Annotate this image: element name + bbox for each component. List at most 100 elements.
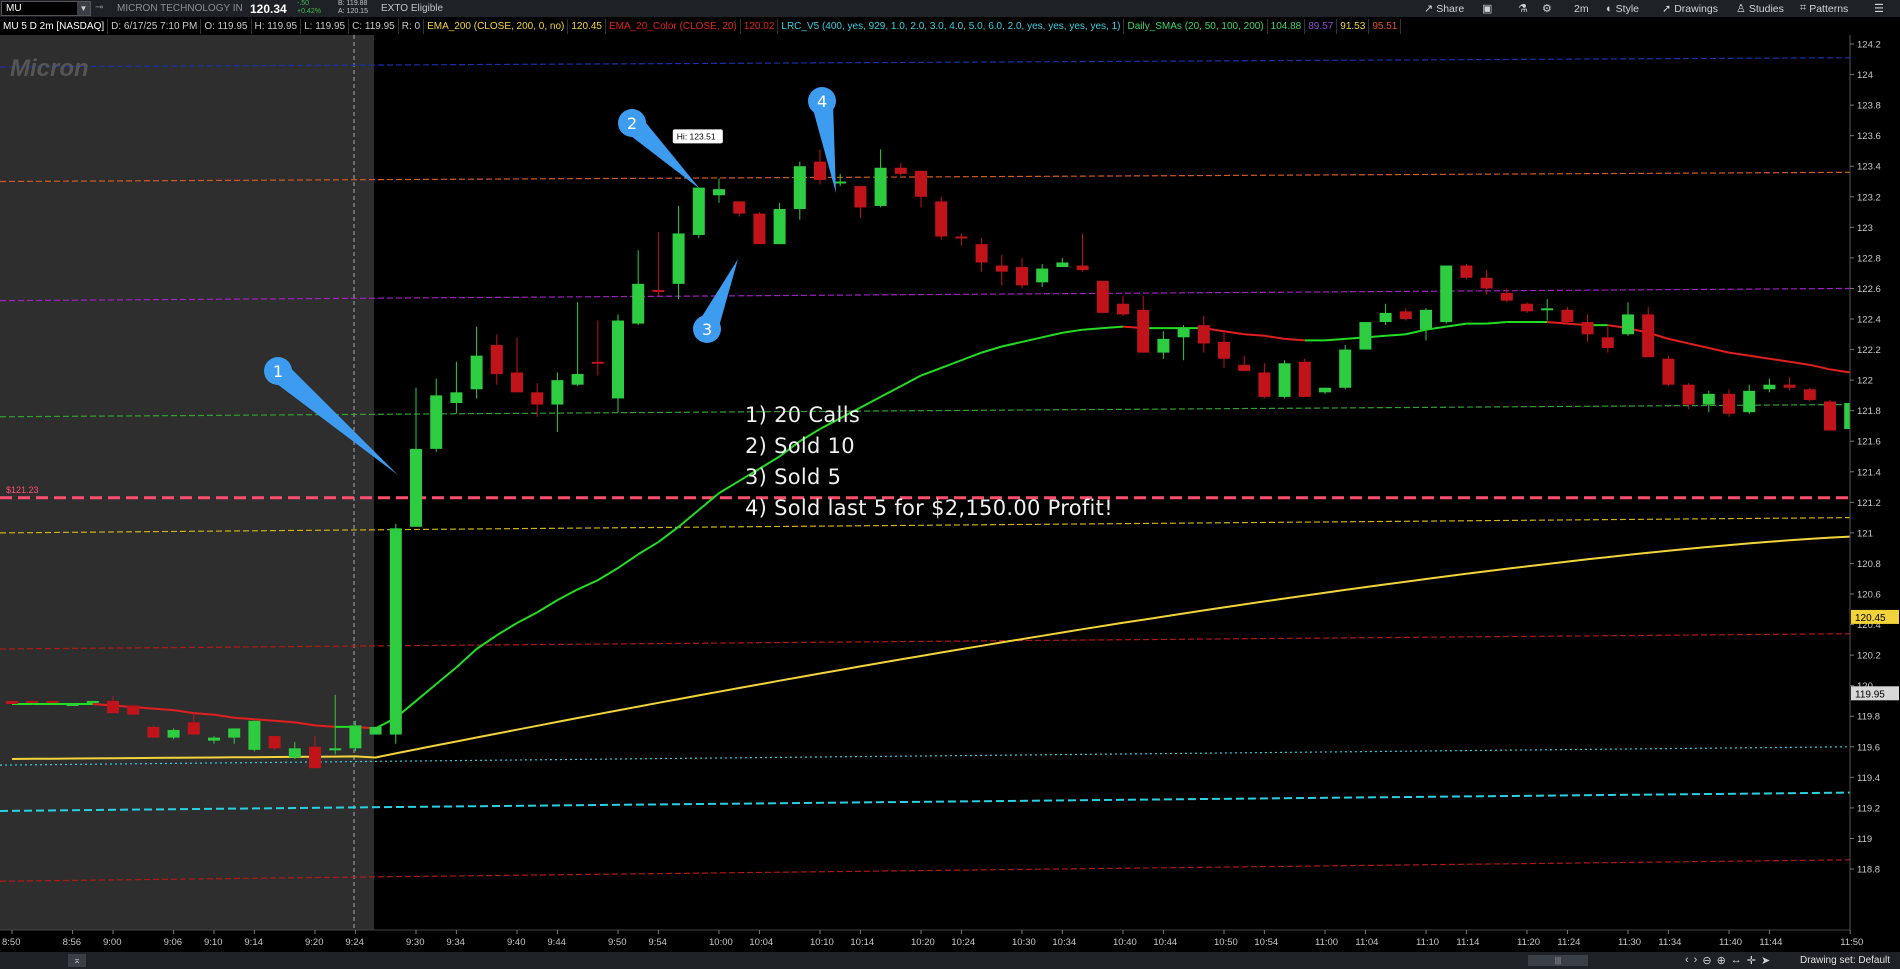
candle-body[interactable] [713,189,725,196]
candle-body[interactable] [1622,314,1634,335]
candle-body[interactable] [1541,308,1554,311]
candle-body[interactable] [1197,325,1210,344]
candle-body[interactable] [1036,268,1049,283]
candle-body[interactable] [652,289,665,292]
candle-body[interactable] [208,737,220,741]
candle-body[interactable] [955,236,968,239]
right-arrow-icon[interactable]: › [1694,954,1698,967]
pointer-icon[interactable]: ➤ [1761,954,1770,967]
candle-body[interactable] [1702,393,1715,405]
candle-body[interactable] [1743,390,1756,413]
candle-body[interactable] [814,161,826,180]
candle-body[interactable] [1460,265,1473,278]
candle-body[interactable] [127,705,140,715]
candle-body[interactable] [1783,384,1796,388]
candle-body[interactable] [410,448,422,527]
candle-body[interactable] [773,209,786,245]
candle-body[interactable] [490,344,503,374]
candle-body[interactable] [1662,358,1675,385]
drawing-set-label[interactable]: Drawing set: Default [1800,955,1890,966]
candle-body[interactable] [369,726,382,735]
patterns-button[interactable]: ⌗ Patterns [1800,0,1848,17]
candle-body[interactable] [1056,262,1069,268]
candle-body[interactable] [1319,387,1331,393]
candle-body[interactable] [1581,322,1594,335]
candle-body[interactable] [66,704,79,706]
candle-body[interactable] [430,395,443,449]
candle-body[interactable] [1238,364,1251,371]
candle-body[interactable] [1500,293,1513,301]
candle-body[interactable] [874,167,887,206]
candle-body[interactable] [6,700,18,704]
crosshair-icon[interactable]: ✛ [1747,954,1756,967]
candle-body[interactable] [46,700,59,703]
candle-body[interactable] [793,166,806,209]
candle-body[interactable] [268,736,281,749]
candle-body[interactable] [1521,303,1533,312]
candle-body[interactable] [228,728,241,738]
candle-body[interactable] [571,374,584,385]
candle-body[interactable] [329,748,342,751]
lrc-label[interactable]: LRC_V5 (400, yes, 929, 1.0, 2.0, 3.0, 4.… [778,19,1125,34]
candle-body[interactable] [1601,337,1614,349]
scroll-thumb[interactable]: ||| [1528,955,1588,966]
candle-body[interactable] [975,244,988,263]
candle-body[interactable] [1218,341,1230,359]
candle-body[interactable] [632,283,645,324]
share-button[interactable]: ↗ Share [1424,0,1464,17]
candle-body[interactable] [1561,309,1574,323]
snapshot-button[interactable]: ▣ [1482,0,1492,17]
candle-body[interactable] [248,720,261,750]
candle-body[interactable] [1682,384,1695,405]
candle-body[interactable] [733,201,746,214]
menu-button[interactable]: ☰ [1874,0,1884,17]
candle-body[interactable] [1298,361,1311,397]
candle-body[interactable] [107,700,119,714]
time-scrollbar[interactable]: ⌅ ||| ‹ › ⊖ ⊕ ↔ ✛ ➤ Drawing set: Default [0,952,1900,969]
zoom-out-icon[interactable]: ⊖ [1702,954,1711,967]
candle-body[interactable] [551,380,564,405]
chevron-down-icon[interactable]: ▼ [77,2,90,15]
ema20-label[interactable]: EMA_20_Color (CLOSE, 20) [606,19,741,34]
candle-body[interactable] [834,181,847,184]
candle-body[interactable] [1803,389,1816,400]
candle-body[interactable] [1339,349,1352,388]
candle-body[interactable] [1096,280,1109,313]
candle-body[interactable] [1763,384,1776,390]
candle-body[interactable] [915,170,927,197]
candle-body[interactable] [288,748,301,758]
candle-body[interactable] [1076,265,1089,271]
timeframe-button[interactable]: 2m [1574,0,1589,17]
settings-button[interactable]: ⚙ [1542,0,1552,17]
candle-body[interactable] [1117,303,1129,315]
pan-icon[interactable]: ↔ [1731,954,1742,967]
style-button[interactable]: ◐ Style [1606,0,1639,17]
candle-body[interactable] [349,725,362,749]
candle-body[interactable] [309,746,321,769]
candle-body[interactable] [692,187,705,235]
sma-label[interactable]: Daily_SMAs (20, 50, 100, 200) [1124,19,1268,34]
expand-icon[interactable]: ⌅ [68,954,86,967]
candle-body[interactable] [1399,311,1412,319]
candle-body[interactable] [1359,322,1372,350]
chart-title[interactable]: MU 5 D 2m [NASDAQ] [0,19,109,34]
candle-body[interactable] [167,729,180,738]
candle-body[interactable] [1379,312,1392,323]
candle-body[interactable] [450,392,463,404]
drawings-button[interactable]: ➚ Drawings [1662,0,1718,17]
candle-body[interactable] [1723,393,1735,414]
candle-body[interactable] [591,361,604,364]
candle-body[interactable] [531,392,544,405]
candle-body[interactable] [672,233,685,284]
candle-body[interactable] [147,726,160,738]
candle-body[interactable] [1440,265,1453,323]
candle-body[interactable] [389,528,402,735]
ema200-label[interactable]: EMA_200 (CLOSE, 200, 0, no) [424,19,569,34]
candle-body[interactable] [1824,401,1836,431]
candle-body[interactable] [1258,372,1271,397]
link-icon[interactable]: ⊸ [95,2,105,15]
candle-body[interactable] [1642,314,1655,358]
candle-body[interactable] [1420,309,1432,330]
candle-body[interactable] [612,320,624,399]
studies-button[interactable]: ♙ Studies [1736,0,1784,17]
